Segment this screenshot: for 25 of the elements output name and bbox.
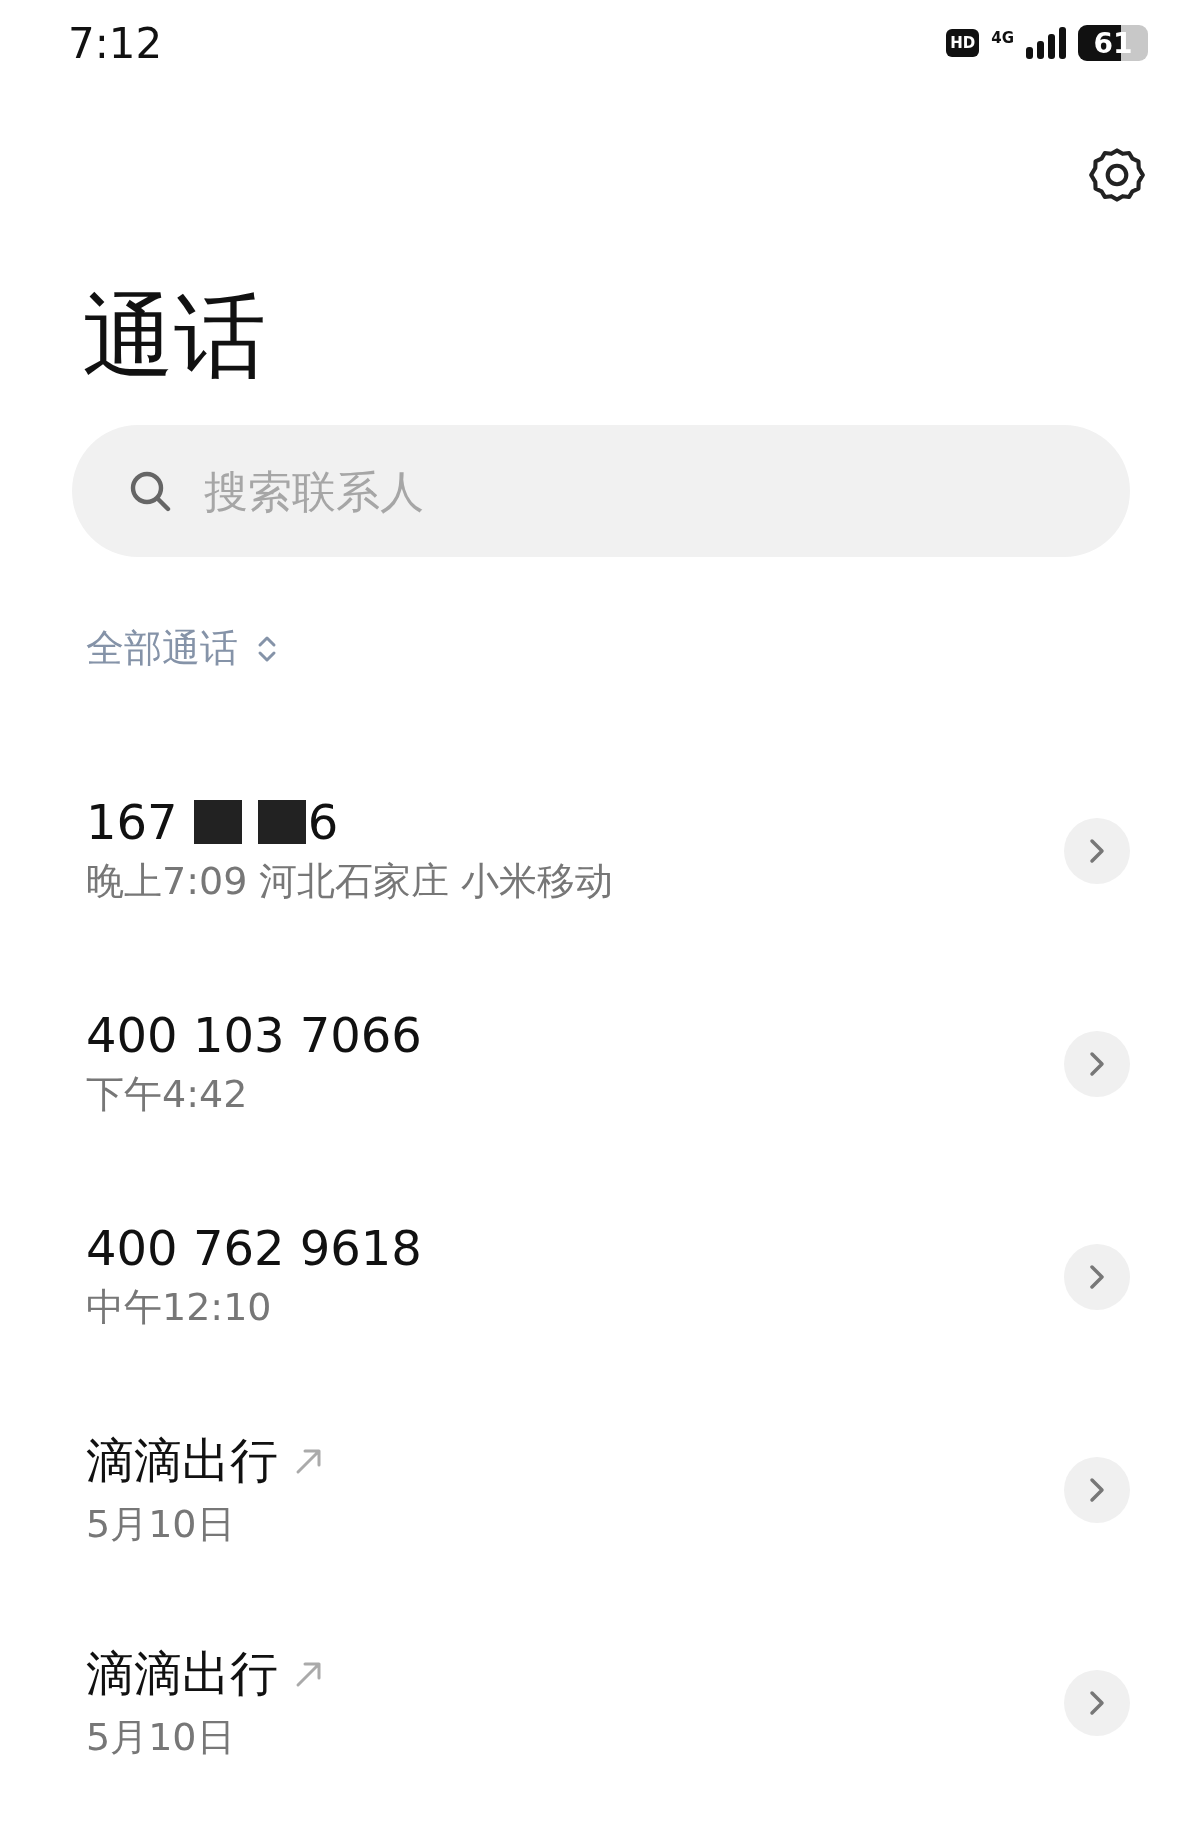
caller-name: 6 (307, 794, 339, 851)
chevron-right-icon (1088, 836, 1106, 865)
search-field[interactable]: 搜索联系人 (202, 464, 1130, 518)
redaction-block (257, 800, 306, 845)
call-detail: 晚上7:09 河北石家庄 小米移动 (86, 858, 615, 906)
chevron-right-icon (1088, 1688, 1106, 1717)
chevron-right-icon (1088, 1262, 1106, 1291)
call-detail: 5月10日 (86, 1714, 236, 1762)
caller-name: 400 762 9618 (86, 1220, 422, 1277)
chevron-right-icon (1088, 1475, 1106, 1504)
caller-name: 滴滴出行 (86, 1644, 278, 1704)
network-type: 4G (991, 29, 1014, 47)
search-bar[interactable]: 搜索联系人 (72, 425, 1130, 558)
signal-icon (1026, 27, 1066, 59)
hd-badge: HD (946, 29, 980, 57)
status-time: 7:12 (68, 18, 164, 68)
caller-name: 400 103 7066 (86, 1007, 422, 1064)
call-filter[interactable]: 全部通话 (86, 623, 278, 675)
call-detail: 下午4:42 (86, 1071, 249, 1119)
chevron-right-icon (1088, 1049, 1106, 1078)
call-detail: 5月10日 (86, 1501, 236, 1549)
caller-name: 滴滴出行 (86, 1431, 278, 1491)
page-title: 通话 (82, 286, 267, 388)
call-detail: 中午12:10 (86, 1284, 273, 1332)
caller-name: 167 (86, 794, 178, 851)
